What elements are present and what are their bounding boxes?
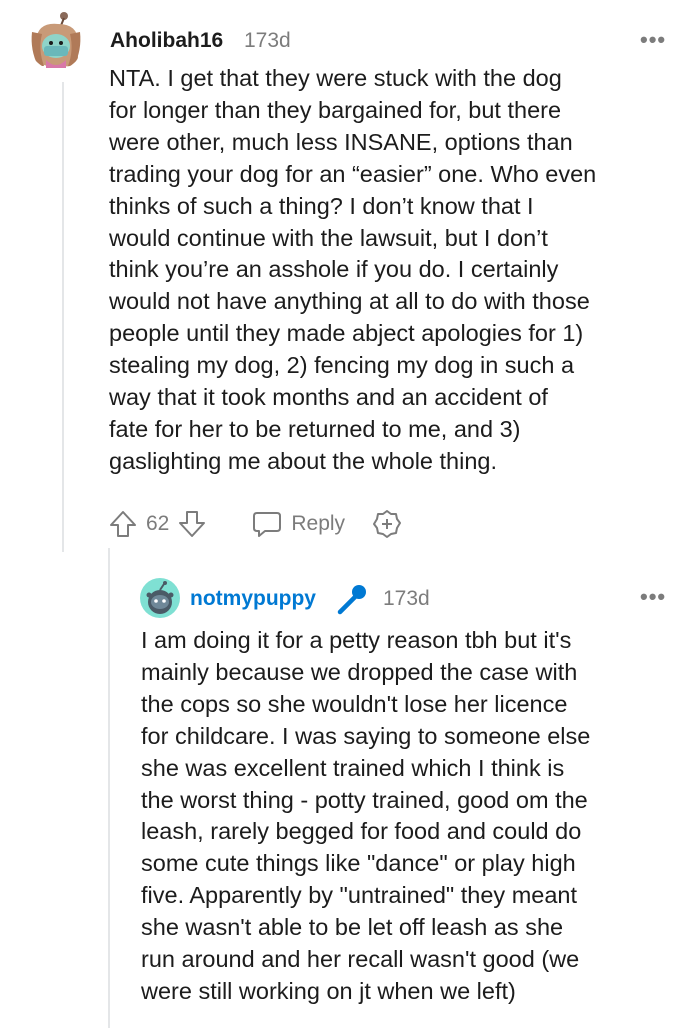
- award-button[interactable]: [371, 508, 403, 540]
- microphone-icon: [335, 582, 369, 621]
- reply-label: Reply: [291, 512, 346, 535]
- reply-icon: [253, 512, 282, 537]
- add-award-icon: [373, 510, 402, 538]
- thread-line[interactable]: [62, 82, 64, 552]
- vote-count: 62: [146, 512, 170, 535]
- avatar[interactable]: [28, 10, 84, 70]
- reply-button[interactable]: Reply: [251, 509, 345, 539]
- snoo-avatar-icon: [146, 581, 174, 614]
- comment-timestamp: 173d: [244, 29, 291, 52]
- comment-username[interactable]: Aholibah16: [110, 29, 223, 53]
- reply-body: I am doing it for a petty reason tbh but…: [141, 627, 591, 1004]
- downvote-icon: [179, 511, 206, 537]
- snoo-avatar-icon: [31, 12, 81, 68]
- reply-avatar[interactable]: [140, 578, 180, 618]
- upvote-button[interactable]: [108, 509, 138, 539]
- thread-line-reply[interactable]: [108, 548, 110, 1028]
- comment-actions: 62 Reply: [108, 508, 403, 540]
- reply-more-options[interactable]: •••: [640, 584, 666, 610]
- downvote-button[interactable]: [177, 509, 207, 539]
- reply-timestamp: 173d: [383, 587, 430, 610]
- reply-username[interactable]: notmypuppy: [190, 587, 316, 611]
- upvote-icon: [110, 511, 136, 537]
- comment-body: NTA. I get that they were stuck with the…: [109, 65, 597, 474]
- comment-more-options[interactable]: •••: [640, 27, 666, 53]
